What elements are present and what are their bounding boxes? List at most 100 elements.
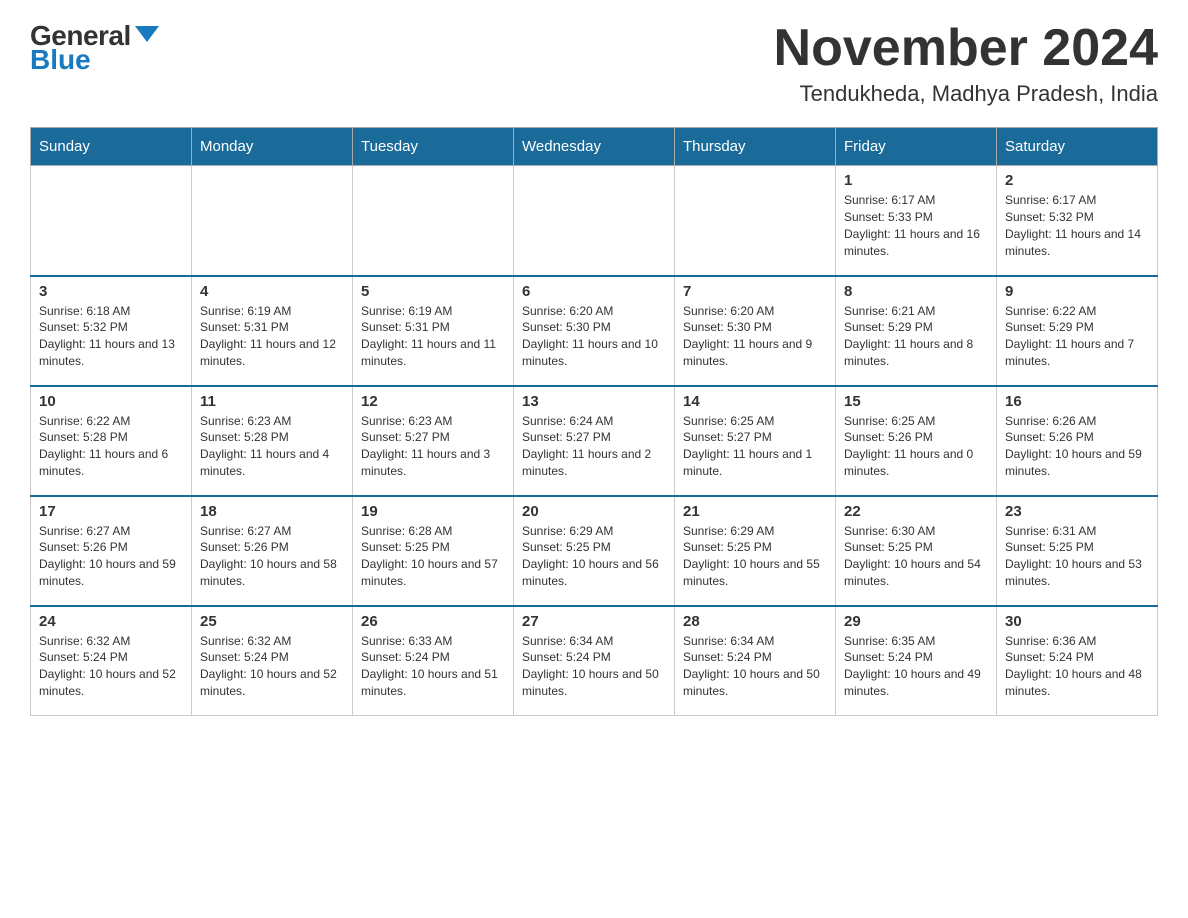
header-friday: Friday: [836, 128, 997, 166]
day-info: Sunrise: 6:18 AMSunset: 5:32 PMDaylight:…: [39, 303, 183, 370]
title-area: November 2024 Tendukheda, Madhya Pradesh…: [774, 20, 1158, 107]
logo: General Blue: [30, 20, 159, 76]
calendar-day-cell: 6 Sunrise: 6:20 AMSunset: 5:30 PMDaylight…: [514, 276, 675, 386]
calendar-day-cell: 12 Sunrise: 6:23 AMSunset: 5:27 PMDayligh…: [353, 386, 514, 496]
calendar-day-cell: [31, 166, 192, 276]
day-info: Sunrise: 6:24 AMSunset: 5:27 PMDaylight:…: [522, 413, 666, 480]
day-info: Sunrise: 6:35 AMSunset: 5:24 PMDaylight:…: [844, 633, 988, 700]
calendar-day-cell: 25Sunrise: 6:32 AMSunset: 5:24 PMDayligh…: [192, 606, 353, 716]
day-info: Sunrise: 6:23 AMSunset: 5:28 PMDaylight:…: [200, 413, 344, 480]
calendar-day-cell: 24 Sunrise: 6:32 AMSunset: 5:24 PMDayligh…: [31, 606, 192, 716]
day-info: Sunrise: 6:20 AMSunset: 5:30 PMDaylight:…: [683, 303, 827, 370]
calendar-week-row: 10Sunrise: 6:22 AMSunset: 5:28 PMDayligh…: [31, 386, 1158, 496]
day-info: Sunrise: 6:20 AMSunset: 5:30 PMDaylight:…: [522, 303, 666, 370]
day-number: 10: [39, 393, 183, 410]
day-info: Sunrise: 6:19 AMSunset: 5:31 PMDaylight:…: [361, 303, 505, 370]
day-number: 16: [1005, 393, 1149, 410]
day-number: 13: [522, 393, 666, 410]
location-text: Tendukheda, Madhya Pradesh, India: [774, 81, 1158, 107]
calendar-day-cell: 8Sunrise: 6:21 AMSunset: 5:29 PMDaylight…: [836, 276, 997, 386]
day-number: 28: [683, 613, 827, 630]
page-header: General Blue November 2024 Tendukheda, M…: [30, 20, 1158, 107]
calendar-day-cell: 7Sunrise: 6:20 AMSunset: 5:30 PMDaylight…: [675, 276, 836, 386]
calendar-day-cell: 4Sunrise: 6:19 AMSunset: 5:31 PMDaylight…: [192, 276, 353, 386]
day-info: Sunrise: 6:25 AMSunset: 5:26 PMDaylight:…: [844, 413, 988, 480]
header-wednesday: Wednesday: [514, 128, 675, 166]
calendar-week-row: 1 Sunrise: 6:17 AMSunset: 5:33 PMDaylight…: [31, 166, 1158, 276]
day-number: 2: [1005, 172, 1149, 189]
day-info: Sunrise: 6:29 AMSunset: 5:25 PMDaylight:…: [522, 523, 666, 590]
day-number: 22: [844, 503, 988, 520]
calendar-day-cell: 18Sunrise: 6:27 AMSunset: 5:26 PMDayligh…: [192, 496, 353, 606]
calendar-day-cell: 27Sunrise: 6:34 AMSunset: 5:24 PMDayligh…: [514, 606, 675, 716]
calendar-day-cell: 17 Sunrise: 6:27 AMSunset: 5:26 PMDayligh…: [31, 496, 192, 606]
calendar-day-cell: [514, 166, 675, 276]
day-number: 30: [1005, 613, 1149, 630]
day-number: 3: [39, 283, 183, 300]
day-number: 23: [1005, 503, 1149, 520]
calendar-day-cell: 30 Sunrise: 6:36 AMSunset: 5:24 PMDayligh…: [997, 606, 1158, 716]
day-info: Sunrise: 6:32 AMSunset: 5:24 PMDaylight:…: [200, 633, 344, 700]
day-info: Sunrise: 6:27 AMSunset: 5:26 PMDaylight:…: [39, 523, 183, 590]
day-info: Sunrise: 6:25 AMSunset: 5:27 PMDaylight:…: [683, 413, 827, 480]
day-info: Sunrise: 6:23 AMSunset: 5:27 PMDaylight:…: [361, 413, 505, 480]
day-number: 18: [200, 503, 344, 520]
calendar-day-cell: [192, 166, 353, 276]
calendar-day-cell: 21 Sunrise: 6:29 AMSunset: 5:25 PMDayligh…: [675, 496, 836, 606]
day-info: Sunrise: 6:34 AMSunset: 5:24 PMDaylight:…: [683, 633, 827, 700]
day-info: Sunrise: 6:36 AMSunset: 5:24 PMDaylight:…: [1005, 633, 1149, 700]
day-info: Sunrise: 6:31 AMSunset: 5:25 PMDaylight:…: [1005, 523, 1149, 590]
calendar-day-cell: 19 Sunrise: 6:28 AMSunset: 5:25 PMDayligh…: [353, 496, 514, 606]
calendar-day-cell: 20 Sunrise: 6:29 AMSunset: 5:25 PMDayligh…: [514, 496, 675, 606]
day-number: 4: [200, 283, 344, 300]
header-thursday: Thursday: [675, 128, 836, 166]
calendar-day-cell: [353, 166, 514, 276]
day-number: 20: [522, 503, 666, 520]
calendar-day-cell: 22 Sunrise: 6:30 AMSunset: 5:25 PMDayligh…: [836, 496, 997, 606]
calendar-day-cell: 13 Sunrise: 6:24 AMSunset: 5:27 PMDayligh…: [514, 386, 675, 496]
day-number: 1: [844, 172, 988, 189]
day-number: 9: [1005, 283, 1149, 300]
day-number: 24: [39, 613, 183, 630]
day-number: 19: [361, 503, 505, 520]
calendar-week-row: 17 Sunrise: 6:27 AMSunset: 5:26 PMDayligh…: [31, 496, 1158, 606]
calendar-day-cell: 28 Sunrise: 6:34 AMSunset: 5:24 PMDayligh…: [675, 606, 836, 716]
weekday-header-row: Sunday Monday Tuesday Wednesday Thursday…: [31, 128, 1158, 166]
logo-blue-text: Blue: [30, 44, 91, 76]
day-info: Sunrise: 6:21 AMSunset: 5:29 PMDaylight:…: [844, 303, 988, 370]
day-number: 21: [683, 503, 827, 520]
day-info: Sunrise: 6:17 AMSunset: 5:32 PMDaylight:…: [1005, 192, 1149, 259]
day-number: 15: [844, 393, 988, 410]
day-info: Sunrise: 6:26 AMSunset: 5:26 PMDaylight:…: [1005, 413, 1149, 480]
calendar-week-row: 24 Sunrise: 6:32 AMSunset: 5:24 PMDayligh…: [31, 606, 1158, 716]
calendar-day-cell: 23 Sunrise: 6:31 AMSunset: 5:25 PMDayligh…: [997, 496, 1158, 606]
header-tuesday: Tuesday: [353, 128, 514, 166]
calendar-day-cell: 15 Sunrise: 6:25 AMSunset: 5:26 PMDayligh…: [836, 386, 997, 496]
calendar-day-cell: 2 Sunrise: 6:17 AMSunset: 5:32 PMDaylight…: [997, 166, 1158, 276]
calendar-day-cell: 9Sunrise: 6:22 AMSunset: 5:29 PMDaylight…: [997, 276, 1158, 386]
calendar-day-cell: 1 Sunrise: 6:17 AMSunset: 5:33 PMDaylight…: [836, 166, 997, 276]
day-info: Sunrise: 6:33 AMSunset: 5:24 PMDaylight:…: [361, 633, 505, 700]
calendar-table: Sunday Monday Tuesday Wednesday Thursday…: [30, 127, 1158, 716]
day-info: Sunrise: 6:34 AMSunset: 5:24 PMDaylight:…: [522, 633, 666, 700]
calendar-week-row: 3 Sunrise: 6:18 AMSunset: 5:32 PMDaylight…: [31, 276, 1158, 386]
header-monday: Monday: [192, 128, 353, 166]
day-number: 14: [683, 393, 827, 410]
calendar-day-cell: 29Sunrise: 6:35 AMSunset: 5:24 PMDayligh…: [836, 606, 997, 716]
calendar-day-cell: 11 Sunrise: 6:23 AMSunset: 5:28 PMDayligh…: [192, 386, 353, 496]
day-info: Sunrise: 6:30 AMSunset: 5:25 PMDaylight:…: [844, 523, 988, 590]
calendar-day-cell: 10Sunrise: 6:22 AMSunset: 5:28 PMDayligh…: [31, 386, 192, 496]
calendar-day-cell: 3 Sunrise: 6:18 AMSunset: 5:32 PMDaylight…: [31, 276, 192, 386]
day-number: 11: [200, 393, 344, 410]
day-number: 12: [361, 393, 505, 410]
day-number: 26: [361, 613, 505, 630]
day-number: 6: [522, 283, 666, 300]
day-info: Sunrise: 6:28 AMSunset: 5:25 PMDaylight:…: [361, 523, 505, 590]
day-number: 5: [361, 283, 505, 300]
day-info: Sunrise: 6:32 AMSunset: 5:24 PMDaylight:…: [39, 633, 183, 700]
header-saturday: Saturday: [997, 128, 1158, 166]
day-number: 17: [39, 503, 183, 520]
calendar-day-cell: 14 Sunrise: 6:25 AMSunset: 5:27 PMDayligh…: [675, 386, 836, 496]
day-info: Sunrise: 6:17 AMSunset: 5:33 PMDaylight:…: [844, 192, 988, 259]
day-info: Sunrise: 6:29 AMSunset: 5:25 PMDaylight:…: [683, 523, 827, 590]
